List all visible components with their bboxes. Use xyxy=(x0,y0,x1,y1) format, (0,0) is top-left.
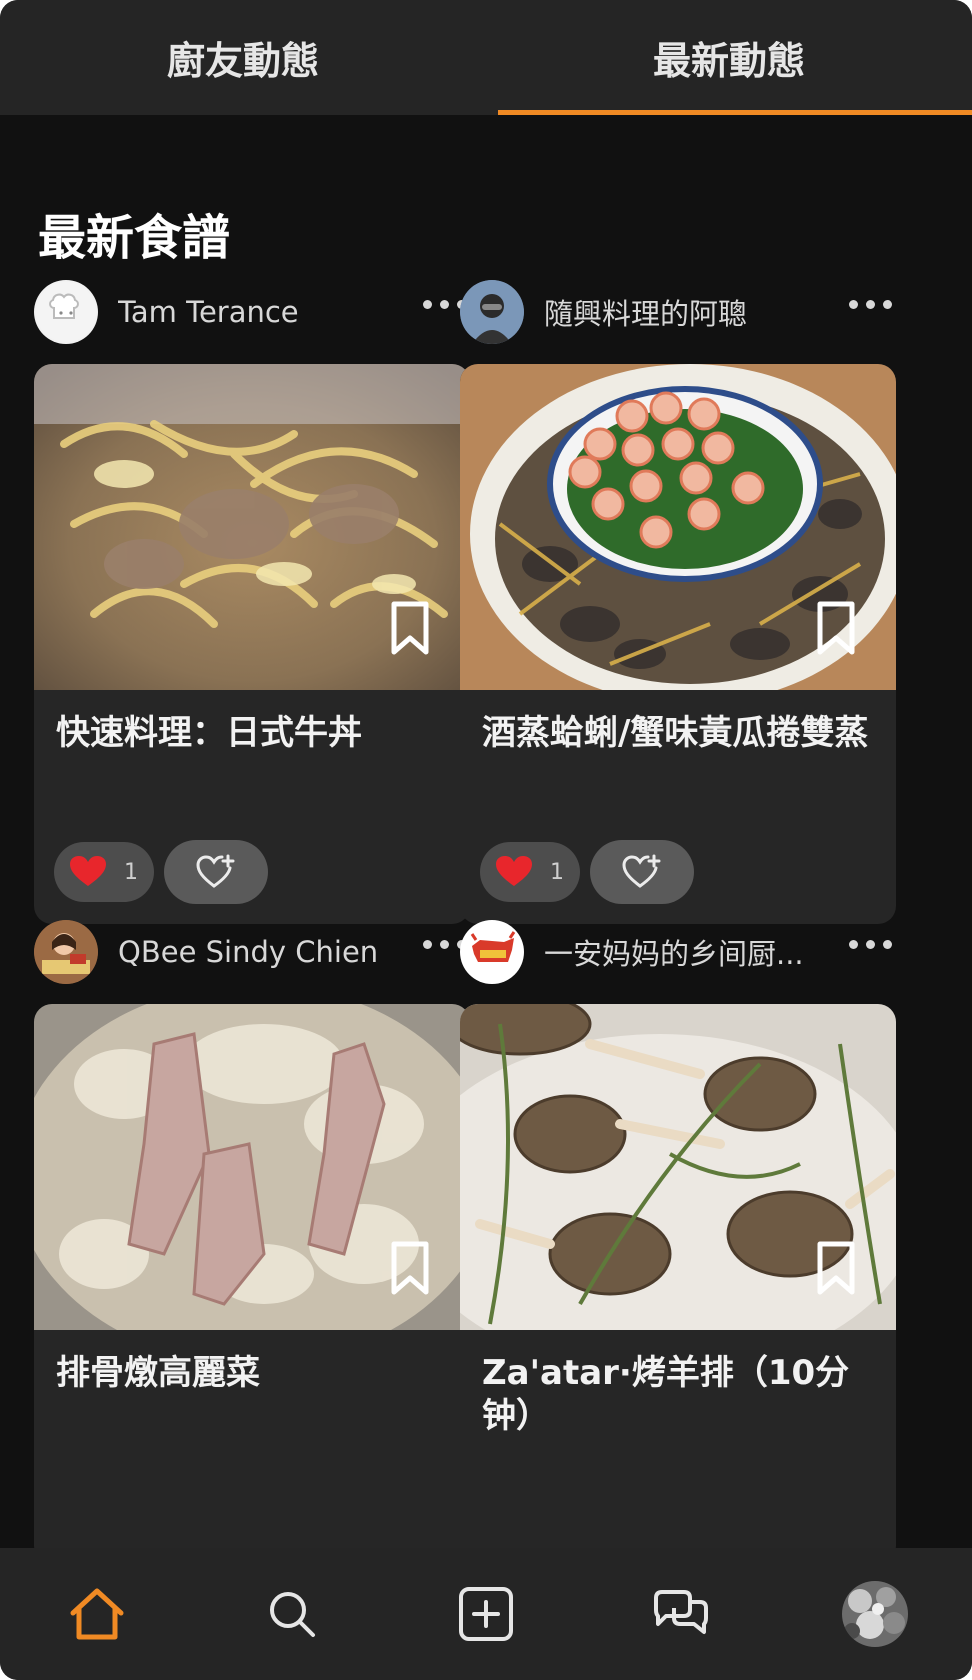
bookmark-icon[interactable] xyxy=(814,600,858,656)
recipe-title[interactable]: 快速料理：日式牛丼 xyxy=(56,712,448,755)
like-button[interactable]: 1 xyxy=(480,842,580,902)
more-dots-icon[interactable] xyxy=(849,300,892,309)
recipe-photo[interactable] xyxy=(460,364,896,690)
avatar[interactable] xyxy=(460,280,524,344)
heart-plus-icon xyxy=(622,854,661,888)
tab-label: 廚友動態 xyxy=(166,39,319,83)
heart-plus-icon xyxy=(196,854,235,888)
heart-icon xyxy=(496,856,532,886)
recipe-card-column: 隨興料理的阿聰 酒蒸蛤蜊/蟹味黃瓜捲雙蒸 1 xyxy=(460,278,896,938)
nav-home[interactable] xyxy=(47,1564,147,1664)
avatar[interactable] xyxy=(34,280,98,344)
avatar[interactable] xyxy=(34,920,98,984)
author-name: QBee Sindy Chien xyxy=(118,935,379,969)
author-name: Tam Terance xyxy=(118,295,299,329)
chat-icon xyxy=(654,1590,709,1634)
recipe-author[interactable]: 隨興料理的阿聰 xyxy=(460,278,896,346)
recipe-card-column: Tam Terance 快速料理：日式牛丼 1 xyxy=(34,278,470,938)
recipe-photo[interactable] xyxy=(34,364,470,690)
like-count: 1 xyxy=(124,859,138,885)
add-icon xyxy=(458,1587,513,1641)
add-like-button[interactable] xyxy=(590,840,694,904)
search-icon xyxy=(269,1592,315,1637)
person-avatar-icon xyxy=(460,280,524,344)
bookmark-icon[interactable] xyxy=(388,1240,432,1296)
person-avatar-icon xyxy=(34,920,98,984)
recipe-card[interactable]: 酒蒸蛤蜊/蟹味黃瓜捲雙蒸 1 xyxy=(460,364,896,924)
like-count: 1 xyxy=(550,859,564,885)
profile-avatar xyxy=(841,1581,908,1647)
bookmark-icon[interactable] xyxy=(388,600,432,656)
ox-logo-avatar-icon xyxy=(461,921,523,983)
chef-hat-avatar-icon xyxy=(36,282,96,342)
section-title: 最新食譜 xyxy=(38,210,231,266)
app-screen: 廚友動態 最新動態 最新食譜 Tam Terance 快速料理：日式牛丼 1 隨… xyxy=(0,0,972,1680)
recipe-author[interactable]: QBee Sindy Chien xyxy=(34,918,470,986)
nav-search[interactable] xyxy=(242,1564,342,1664)
nav-messages[interactable] xyxy=(630,1564,730,1664)
author-name: 隨興料理的阿聰 xyxy=(544,297,748,331)
add-like-button[interactable] xyxy=(164,840,268,904)
like-button[interactable]: 1 xyxy=(54,842,154,902)
recipe-photo[interactable] xyxy=(34,1004,470,1330)
recipe-title[interactable]: Za'atar·烤羊排（10分钟） xyxy=(482,1352,874,1438)
avatar[interactable] xyxy=(460,920,524,984)
recipe-card[interactable]: Za'atar·烤羊排（10分钟） xyxy=(460,1004,896,1564)
home-icon xyxy=(70,1588,124,1640)
tab-label: 最新動態 xyxy=(652,39,805,83)
recipe-author[interactable]: Tam Terance xyxy=(34,278,470,346)
recipe-title[interactable]: 排骨燉高麗菜 xyxy=(56,1352,448,1395)
recipe-card[interactable]: 排骨燉高麗菜 xyxy=(34,1004,470,1564)
top-tabs: 廚友動態 最新動態 xyxy=(0,0,972,115)
tab-chef-friends[interactable]: 廚友動態 xyxy=(0,0,486,115)
recipe-author[interactable]: 一安妈妈的乡间厨... xyxy=(460,918,896,986)
tab-latest[interactable]: 最新動態 xyxy=(486,0,972,115)
recipe-photo[interactable] xyxy=(460,1004,896,1330)
bottom-nav xyxy=(0,1548,972,1680)
recipe-card-column: 一安妈妈的乡间厨... Za'atar·烤羊排（10分钟） xyxy=(460,918,896,1564)
nav-profile[interactable] xyxy=(825,1564,925,1664)
author-name: 一安妈妈的乡间厨... xyxy=(544,937,804,971)
more-dots-icon[interactable] xyxy=(849,940,892,949)
bookmark-icon[interactable] xyxy=(814,1240,858,1296)
recipe-card[interactable]: 快速料理：日式牛丼 1 xyxy=(34,364,470,924)
nav-add-recipe[interactable] xyxy=(436,1564,536,1664)
heart-icon xyxy=(70,856,106,886)
recipe-title[interactable]: 酒蒸蛤蜊/蟹味黃瓜捲雙蒸 xyxy=(482,712,874,755)
recipe-card-column: QBee Sindy Chien 排骨燉高麗菜 xyxy=(34,918,470,1564)
